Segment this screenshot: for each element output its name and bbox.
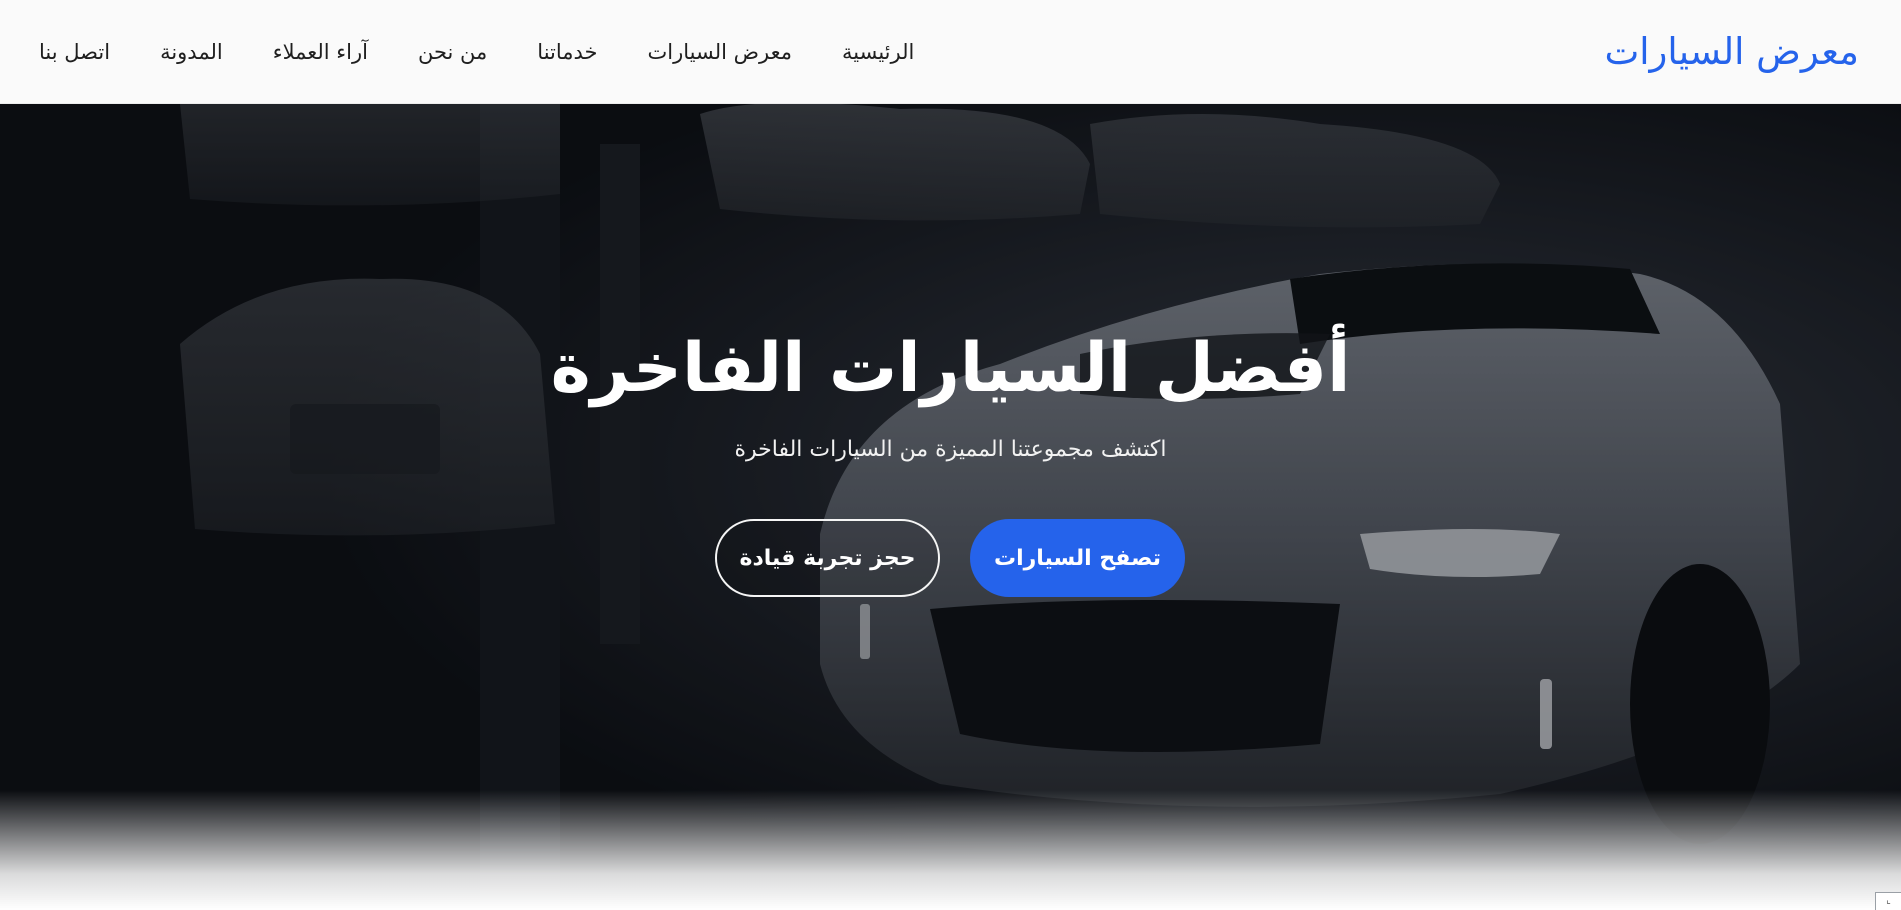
book-test-drive-button[interactable]: حجز تجربة قيادة: [715, 519, 940, 597]
hero-subtitle: اكتشف مجموعتنا المميزة من السيارات الفاخ…: [734, 437, 1167, 462]
corner-resize-icon[interactable]: ⌞: [1875, 892, 1901, 910]
main-nav: اتصل بنا المدونة آراء العملاء من نحن خدم…: [39, 37, 914, 67]
nav-services[interactable]: خدماتنا: [537, 37, 597, 67]
nav-contact[interactable]: اتصل بنا: [39, 37, 110, 67]
hero-bottom-fade: [0, 790, 1901, 910]
nav-blog[interactable]: المدونة: [160, 37, 223, 67]
hero-title: أفضل السيارات الفاخرة: [550, 329, 1351, 408]
nav-testimonials[interactable]: آراء العملاء: [273, 37, 368, 67]
hero-section: أفضل السيارات الفاخرة اكتشف مجموعتنا الم…: [0, 104, 1901, 910]
browse-cars-button[interactable]: تصفح السيارات: [970, 519, 1185, 597]
nav-about[interactable]: من نحن: [418, 37, 487, 67]
brand-logo[interactable]: معرض السيارات: [1604, 28, 1859, 76]
nav-showroom[interactable]: معرض السيارات: [648, 37, 792, 67]
nav-home[interactable]: الرئيسية: [842, 37, 914, 67]
site-header: معرض السيارات اتصل بنا المدونة آراء العم…: [0, 0, 1901, 104]
